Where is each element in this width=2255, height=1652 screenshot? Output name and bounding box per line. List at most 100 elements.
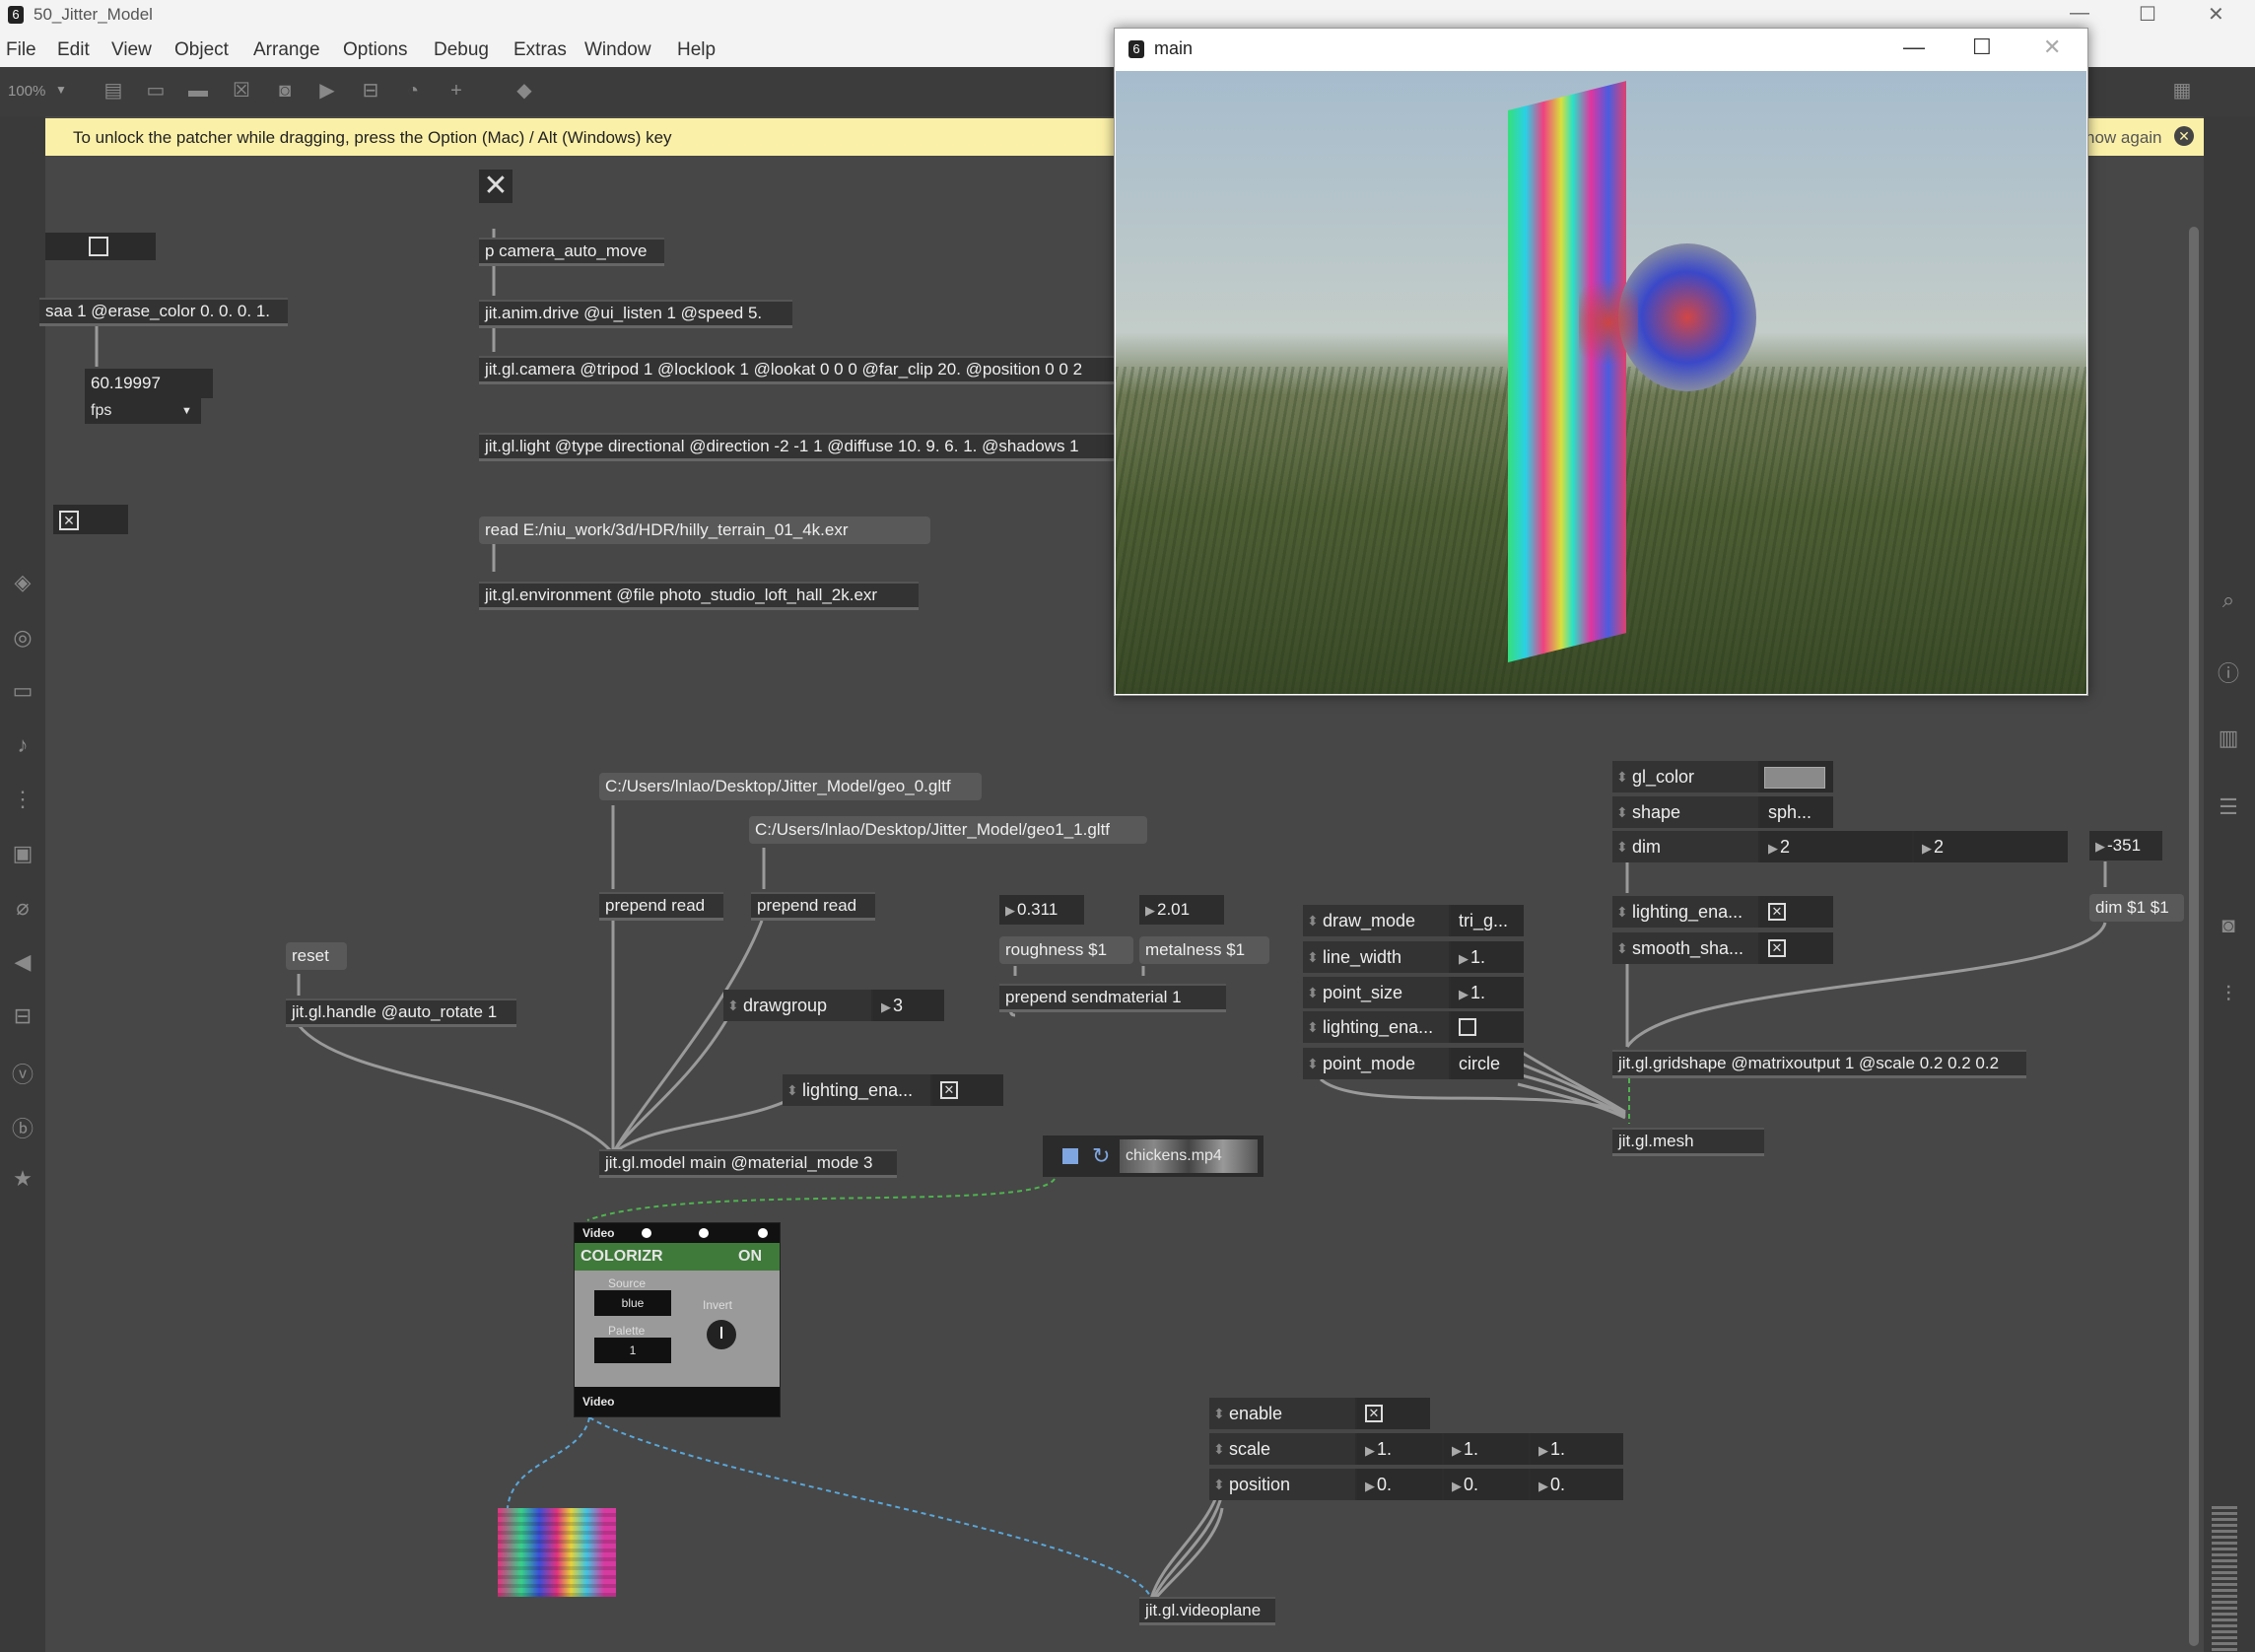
line-width-label: line_width [1303, 941, 1449, 973]
erase-color-object[interactable]: saa 1 @erase_color 0. 0. 0. 1. [39, 298, 288, 326]
preview-texture [498, 1508, 616, 1597]
inlet-dot [699, 1228, 709, 1238]
line-width-attr[interactable]: line_width ▶1. [1303, 941, 1524, 973]
inlet-dot [642, 1228, 651, 1238]
gl-videoplane-object[interactable]: jit.gl.videoplane [1139, 1597, 1275, 1625]
gl-handle-object[interactable]: jit.gl.handle @auto_rotate 1 [286, 998, 516, 1027]
point-mode-label: point_mode [1303, 1048, 1449, 1079]
render-minimize-button[interactable]: — [1903, 34, 1925, 60]
metalness-number[interactable]: ▶ 2.01 [1139, 895, 1224, 925]
gl-camera-object[interactable]: jit.gl.camera @tripod 1 @locklook 1 @loo… [479, 356, 1122, 384]
fps-number[interactable]: 60.19997 [85, 369, 213, 398]
render-window[interactable]: 6 main — ☐ ✕ [1114, 28, 2088, 696]
position-label: position [1209, 1469, 1355, 1500]
scale-z[interactable]: ▶ 1. [1531, 1433, 1623, 1465]
fps-menu[interactable]: fps ▼ [85, 398, 201, 424]
model-lighting-attr[interactable]: lighting_ena... ✕ [783, 1074, 1003, 1106]
colorizr-title: COLORIZR [581, 1248, 663, 1265]
drawgroup-value[interactable]: ▶ 3 [873, 990, 944, 1021]
enable-toggle[interactable]: ✕ [1357, 1398, 1430, 1429]
roughness-number[interactable]: ▶ 0.311 [999, 895, 1084, 925]
enable-attr[interactable]: enable ✕ [1209, 1398, 1430, 1429]
anim-drive-object[interactable]: jit.anim.drive @ui_listen 1 @speed 5. [479, 300, 792, 328]
shape-attr[interactable]: shape sph... [1612, 796, 1833, 828]
dim-attr[interactable]: dim ▶2 ▶2 [1612, 831, 2068, 862]
toggle-enable-left[interactable]: ✕ [53, 505, 128, 534]
gl-color-swatch[interactable] [1760, 761, 1833, 792]
line-width-number[interactable]: ▶ 1. [1451, 941, 1524, 973]
colorizr-device[interactable]: Video COLORIZR ON Source blue Palette 1 … [574, 1222, 781, 1417]
draw-mode-menu[interactable]: tri_g... [1451, 905, 1524, 936]
lighting-enable-toggle[interactable] [1451, 1011, 1524, 1043]
roughness-message[interactable]: roughness $1 [999, 936, 1133, 964]
gl-gridshape-object[interactable]: jit.gl.gridshape @matrixoutput 1 @scale … [1612, 1050, 2026, 1078]
scale-x[interactable]: ▶ 1. [1357, 1433, 1442, 1465]
stop-icon[interactable] [1062, 1148, 1078, 1164]
prepend-read-0[interactable]: prepend read [599, 892, 723, 921]
shape-label: shape [1612, 796, 1758, 828]
mesh-lighting-attr[interactable]: lighting_ena... [1303, 1011, 1524, 1043]
lighting-enable-label: lighting_ena... [1612, 896, 1758, 928]
checked-box-icon[interactable]: ✕ [59, 511, 79, 530]
checked-box-icon[interactable]: ✕ [1365, 1405, 1383, 1422]
metalness-message[interactable]: metalness $1 [1139, 936, 1269, 964]
lighting-enable-toggle[interactable]: ✕ [932, 1074, 1003, 1106]
lighting-enable-label: lighting_ena... [783, 1074, 930, 1106]
render-checkbox[interactable] [89, 237, 108, 256]
draw-mode-attr[interactable]: draw_mode tri_g... [1303, 905, 1524, 936]
render-window-title: main [1154, 38, 1194, 58]
source-menu[interactable]: blue [594, 1290, 671, 1316]
render-view[interactable] [1116, 71, 2086, 694]
palette-number[interactable]: 1 [594, 1338, 671, 1363]
position-y[interactable]: ▶ 0. [1444, 1469, 1529, 1500]
gl-mesh-object[interactable]: jit.gl.mesh [1612, 1128, 1764, 1156]
checked-box-icon[interactable]: ✕ [940, 1081, 958, 1099]
dim-y[interactable]: ▶ 2 [1914, 831, 2068, 862]
shape-menu[interactable]: sph... [1760, 796, 1833, 828]
render-close-button[interactable]: ✕ [2043, 34, 2061, 60]
lighting-enable-toggle[interactable]: ✕ [1760, 896, 1833, 928]
empty-box-icon[interactable] [1459, 1018, 1476, 1036]
checked-box-icon[interactable]: ✕ [1768, 939, 1786, 957]
gl-light-object[interactable]: jit.gl.light @type directional @directio… [479, 433, 1122, 461]
gl-color-attr[interactable]: gl_color [1612, 761, 1833, 792]
read-hdr-message[interactable]: read E:/niu_work/3d/HDR/hilly_terrain_01… [479, 516, 930, 544]
path-geo1-message[interactable]: C:/Users/lnlao/Desktop/Jitter_Model/geo1… [749, 816, 1147, 844]
camera-auto-move-object[interactable]: p camera_auto_move [479, 238, 664, 266]
render-maximize-button[interactable]: ☐ [1972, 34, 1992, 60]
loop-icon[interactable]: ↻ [1092, 1143, 1110, 1169]
path-geo0-message[interactable]: C:/Users/lnlao/Desktop/Jitter_Model/geo_… [599, 773, 982, 800]
gl-environment-object[interactable]: jit.gl.environment @file photo_studio_lo… [479, 582, 919, 610]
checked-box-icon[interactable]: ✕ [1768, 903, 1786, 921]
point-size-number[interactable]: ▶ 1. [1451, 977, 1524, 1008]
prepend-read-1[interactable]: prepend read [751, 892, 875, 921]
render-window-titlebar[interactable]: 6 main — ☐ ✕ [1115, 29, 2087, 70]
toggle-render[interactable] [45, 233, 156, 260]
dim-x[interactable]: ▶ 2 [1760, 831, 1912, 862]
scale-attr[interactable]: scale ▶1. ▶1. ▶1. [1209, 1433, 1623, 1465]
color-swatch[interactable] [1764, 767, 1825, 789]
scale-label: scale [1209, 1433, 1355, 1465]
movie-player[interactable]: ↻ chickens.mp4 [1043, 1136, 1264, 1177]
position-attr[interactable]: position ▶0. ▶0. ▶0. [1209, 1469, 1623, 1500]
invert-dial[interactable] [707, 1320, 736, 1349]
point-mode-menu[interactable]: circle [1451, 1048, 1524, 1079]
position-z[interactable]: ▶ 0. [1531, 1469, 1623, 1500]
dim-message[interactable]: dim $1 $1 [2089, 894, 2184, 922]
position-x[interactable]: ▶ 0. [1357, 1469, 1442, 1500]
smooth-shading-toggle[interactable]: ✕ [1760, 932, 1833, 964]
draw-mode-label: draw_mode [1303, 905, 1449, 936]
colorizr-state[interactable]: ON [738, 1243, 762, 1271]
point-size-attr[interactable]: point_size ▶1. [1303, 977, 1524, 1008]
drawgroup-attr[interactable]: drawgroup ▶3 [723, 990, 944, 1021]
gl-model-object[interactable]: jit.gl.model main @material_mode 3 [599, 1149, 897, 1178]
smooth-shading-attr[interactable]: smooth_sha... ✕ [1612, 932, 1833, 964]
dim-number[interactable]: ▶ -351 [2089, 831, 2162, 860]
point-mode-attr[interactable]: point_mode circle [1303, 1048, 1524, 1079]
gridshape-lighting-attr[interactable]: lighting_ena... ✕ [1612, 896, 1833, 928]
close-bang-icon[interactable]: ✕ [479, 170, 512, 203]
scale-y[interactable]: ▶ 1. [1444, 1433, 1529, 1465]
source-label: Source [608, 1276, 647, 1290]
prepend-sendmaterial-object[interactable]: prepend sendmaterial 1 [999, 984, 1226, 1012]
reset-message[interactable]: reset [286, 942, 347, 970]
